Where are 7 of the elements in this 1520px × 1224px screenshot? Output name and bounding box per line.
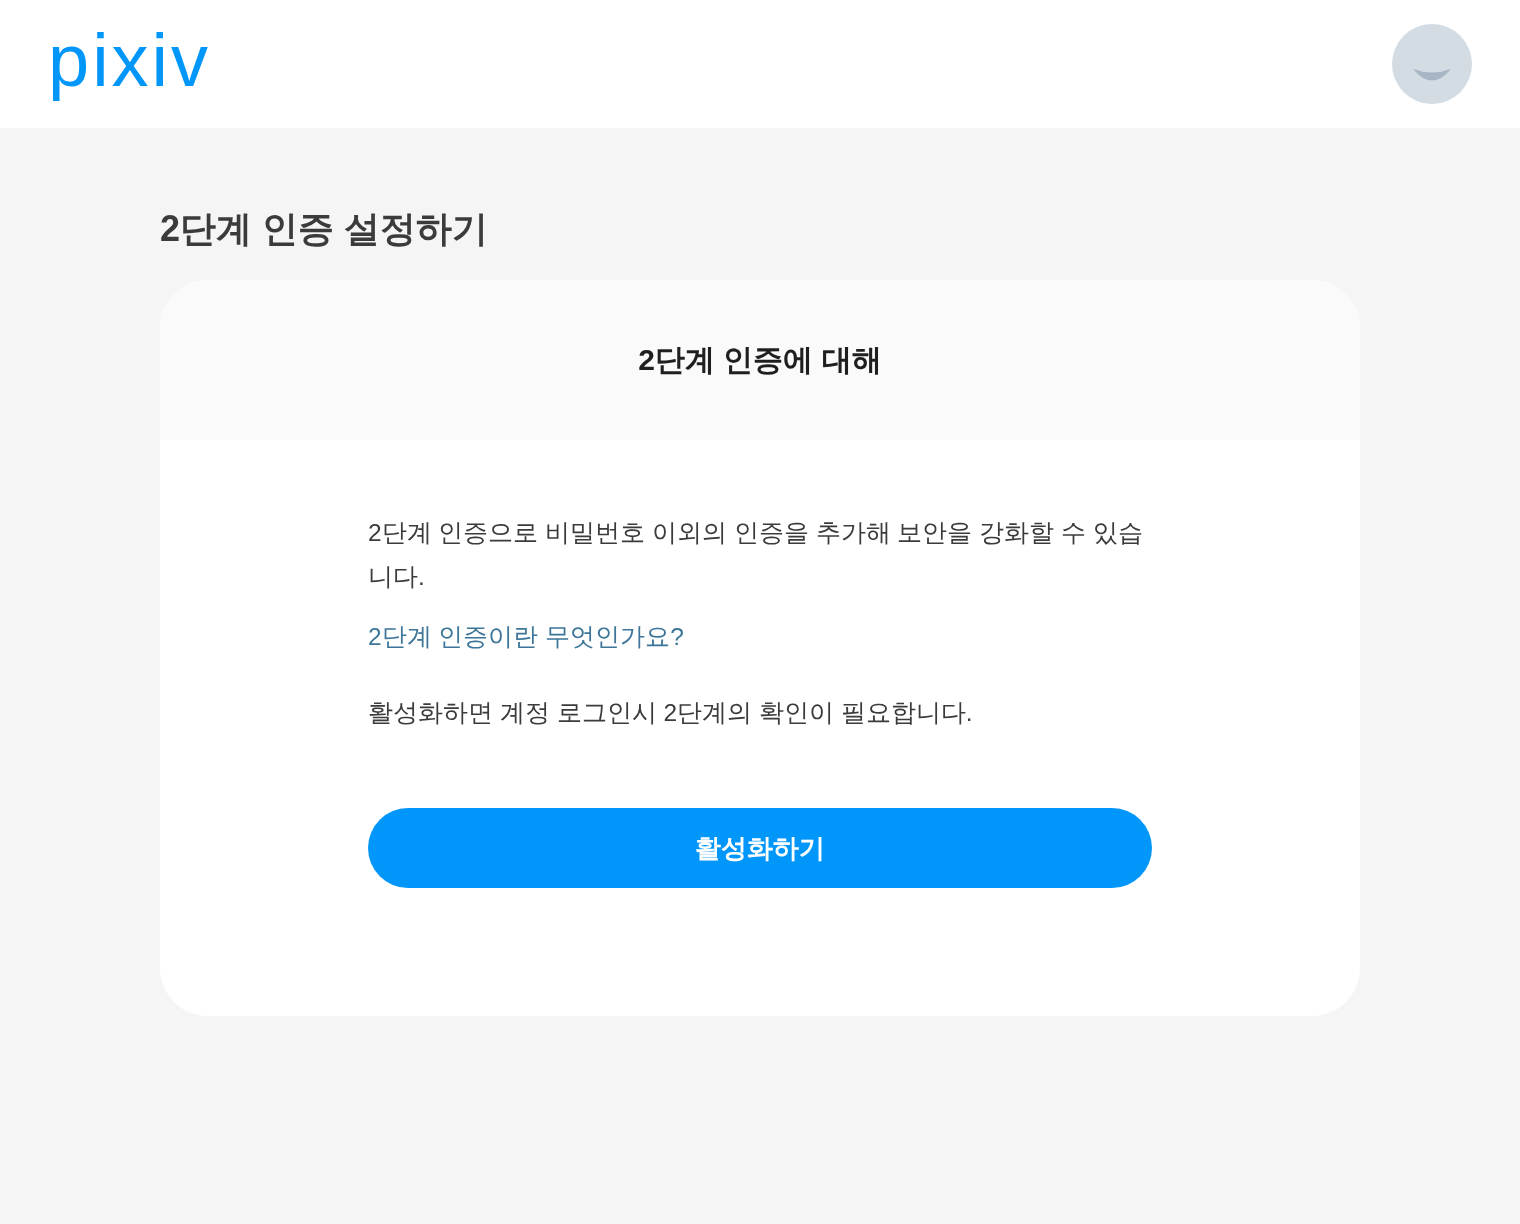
avatar-icon[interactable] (1392, 24, 1472, 104)
activate-button[interactable]: 활성화하기 (368, 808, 1152, 888)
page-title: 2단계 인증 설정하기 (160, 207, 489, 251)
help-link[interactable]: 2단계 인증이란 무엇인가요? (368, 617, 684, 657)
note-text: 활성화하면 계정 로그인시 2단계의 확인이 필요합니다. (368, 698, 973, 728)
description-text: 2단계 인증으로 비밀번호 이외의 인증을 추가해 보안을 강화할 수 있습니다. (368, 518, 1143, 592)
card-heading: 2단계 인증에 대해 (638, 342, 882, 378)
